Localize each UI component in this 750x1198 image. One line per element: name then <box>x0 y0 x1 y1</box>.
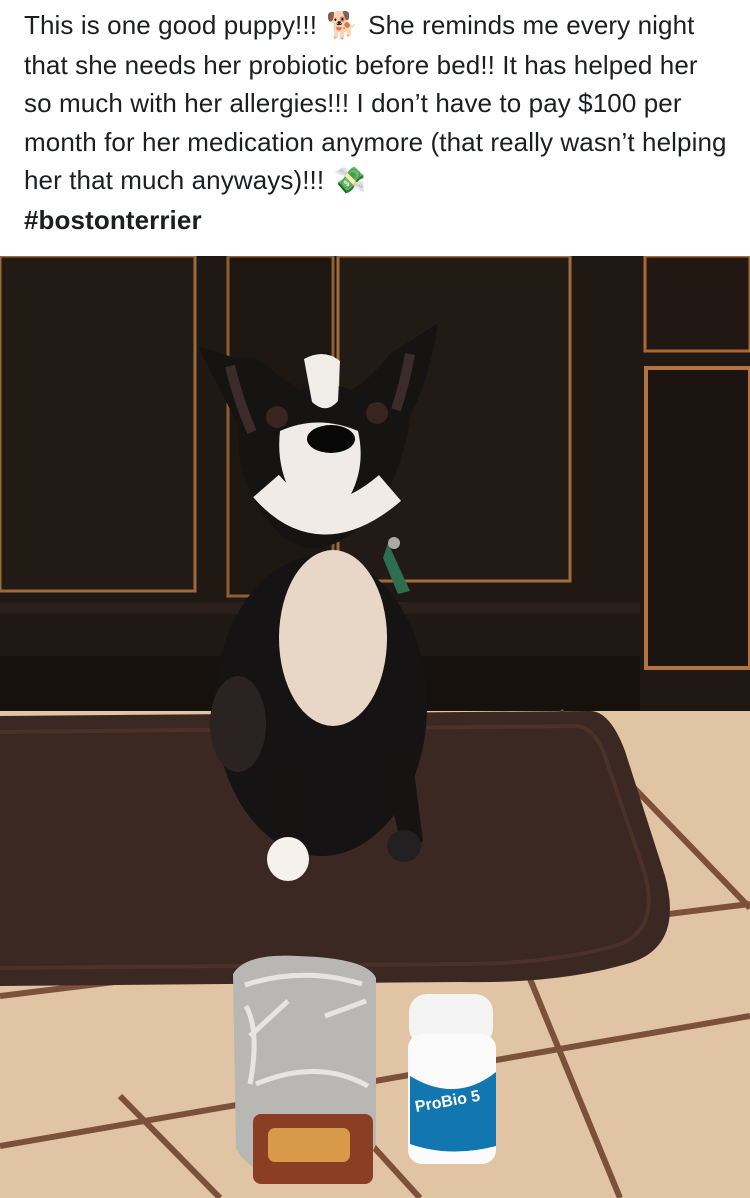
dog-chest <box>279 550 387 726</box>
dog-haunch <box>210 676 266 772</box>
collar-ring <box>388 537 400 549</box>
cabinet-door-left <box>0 256 197 593</box>
dog-paw-left <box>267 837 309 881</box>
dog-eye-right <box>366 402 388 424</box>
money-with-wings-icon: 💸 <box>333 166 366 196</box>
cabinet-side-panel <box>644 366 750 670</box>
dog-paw-right <box>387 830 421 862</box>
dog-eye-left <box>266 406 288 428</box>
caption-text-start: This is one good puppy!!! <box>24 10 318 40</box>
post-caption: This is one good puppy!!! 🐕 She reminds … <box>24 6 728 239</box>
post-photo[interactable]: ProBio 5 <box>0 256 750 1198</box>
dog-emoji-icon: 🐕 <box>326 11 359 41</box>
hashtag-link[interactable]: #bostonterrier <box>24 205 202 235</box>
can-label-art <box>268 1128 350 1162</box>
social-post: This is one good puppy!!! 🐕 She reminds … <box>0 0 750 1198</box>
dog-nose <box>307 425 355 453</box>
cabinet-drawer <box>643 256 750 353</box>
photo-illustration: ProBio 5 <box>0 256 750 1198</box>
